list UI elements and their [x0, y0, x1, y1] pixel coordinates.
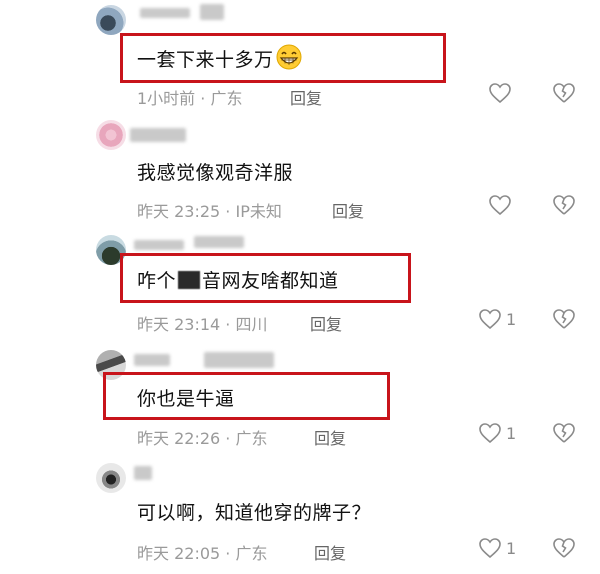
reply-button[interactable]: 回复 — [290, 85, 322, 109]
username-blurred[interactable] — [204, 352, 274, 368]
grinning-face-icon — [276, 44, 302, 75]
heart-outline-icon — [479, 538, 501, 559]
comment-text-part: 咋个 — [137, 270, 177, 292]
reply-button[interactable]: 回复 — [310, 311, 342, 335]
heart-outline-icon — [479, 423, 501, 444]
comment-location: 广东 — [210, 89, 243, 108]
avatar[interactable] — [96, 5, 126, 35]
comment-text: 可以啊，知道他穿的牌子？ — [137, 502, 372, 524]
username-blurred[interactable] — [130, 128, 186, 142]
comment-text: 我感觉像观奇洋服 — [137, 162, 294, 184]
comment-location: 四川 — [235, 315, 268, 334]
comment-location: 广东 — [235, 429, 268, 448]
comment-text: 你也是牛逼 — [137, 388, 235, 410]
comment-time: 昨天 22:05 — [137, 544, 221, 563]
comment-text-content: 一套下来十多万 — [137, 49, 274, 71]
broken-heart-icon — [553, 423, 575, 443]
username-blurred[interactable] — [194, 236, 244, 248]
dislike-button[interactable] — [552, 422, 576, 448]
like-button[interactable]: 1 — [478, 537, 516, 559]
username-blurred[interactable] — [140, 8, 190, 18]
comment-meta: 昨天 22:05 · 广东 — [137, 544, 268, 563]
comment-list: 一套下来十多万 1小时前 · 广东 回复 我感觉像观奇洋服 昨天 23:25 ·… — [0, 0, 600, 574]
comment-text: 一套下来十多万 — [137, 44, 302, 75]
censor-block — [178, 271, 201, 289]
comment-meta: 昨天 22:26 · 广东 — [137, 429, 268, 448]
comment-meta: 昨天 23:25 · IP未知 — [137, 202, 282, 221]
username-blurred[interactable] — [134, 354, 170, 366]
comment-location: 广东 — [235, 544, 268, 563]
dislike-button[interactable] — [552, 82, 576, 108]
like-button[interactable]: 1 — [478, 308, 516, 330]
comment-text-part: 音网友啥都知道 — [202, 270, 339, 292]
heart-outline-icon — [489, 83, 511, 104]
username-blurred[interactable] — [200, 4, 224, 20]
comment-text: 咋个 音网友啥都知道 — [137, 266, 339, 293]
like-count: 1 — [506, 538, 517, 558]
comment-time: 昨天 23:14 — [137, 315, 221, 334]
comment-time: 昨天 22:26 — [137, 429, 221, 448]
comment-time: 昨天 23:25 — [137, 202, 221, 221]
reply-button[interactable]: 回复 — [332, 198, 364, 222]
dislike-button[interactable] — [552, 308, 576, 334]
avatar[interactable] — [96, 463, 126, 493]
comment-location: IP未知 — [235, 202, 282, 221]
avatar[interactable] — [96, 120, 126, 150]
like-count: 1 — [506, 309, 517, 329]
dislike-button[interactable] — [552, 194, 576, 220]
like-count: 1 — [506, 423, 517, 443]
broken-heart-icon — [553, 538, 575, 558]
reply-button[interactable]: 回复 — [314, 540, 346, 564]
like-button[interactable]: 1 — [478, 422, 516, 444]
heart-outline-icon — [489, 195, 511, 216]
comment-meta: 昨天 23:14 · 四川 — [137, 315, 268, 334]
broken-heart-icon — [553, 195, 575, 215]
like-button[interactable] — [488, 82, 516, 104]
username-blurred[interactable] — [134, 466, 152, 480]
reply-button[interactable]: 回复 — [314, 425, 346, 449]
comment-time: 1小时前 — [137, 89, 196, 108]
comment-meta: 1小时前 · 广东 — [137, 89, 243, 108]
broken-heart-icon — [553, 309, 575, 329]
dislike-button[interactable] — [552, 537, 576, 563]
username-blurred[interactable] — [134, 240, 184, 250]
broken-heart-icon — [553, 83, 575, 103]
heart-outline-icon — [479, 309, 501, 330]
like-button[interactable] — [488, 194, 516, 216]
